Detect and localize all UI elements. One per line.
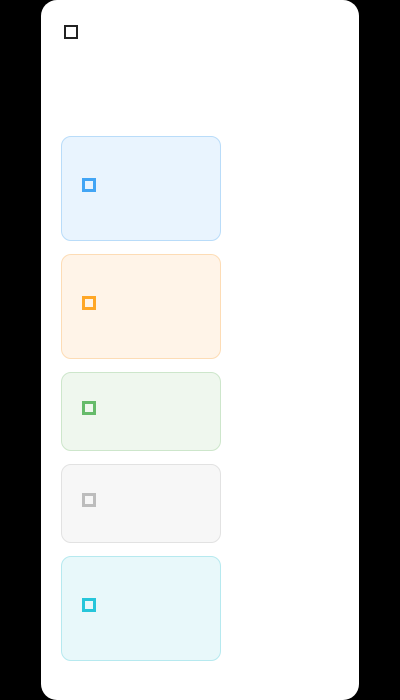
- option-list: [61, 136, 221, 674]
- checkbox-icon[interactable]: [82, 296, 96, 310]
- option-card[interactable]: [61, 464, 221, 543]
- app-screen: [41, 0, 359, 700]
- option-content: [114, 483, 212, 491]
- checkbox-icon[interactable]: [82, 401, 96, 415]
- option-card[interactable]: [61, 254, 221, 359]
- option-content: [114, 273, 212, 281]
- option-content: [114, 391, 212, 399]
- app-icon[interactable]: [64, 25, 78, 39]
- option-card[interactable]: [61, 556, 221, 661]
- checkbox-icon[interactable]: [82, 178, 96, 192]
- header: [61, 20, 339, 72]
- option-content: [114, 155, 212, 163]
- checkbox-icon[interactable]: [82, 598, 96, 612]
- meta-row: [61, 52, 339, 72]
- title-row: [61, 20, 339, 44]
- checkbox-icon[interactable]: [82, 493, 96, 507]
- option-card[interactable]: [61, 136, 221, 241]
- option-card[interactable]: [61, 372, 221, 451]
- option-content: [114, 575, 212, 583]
